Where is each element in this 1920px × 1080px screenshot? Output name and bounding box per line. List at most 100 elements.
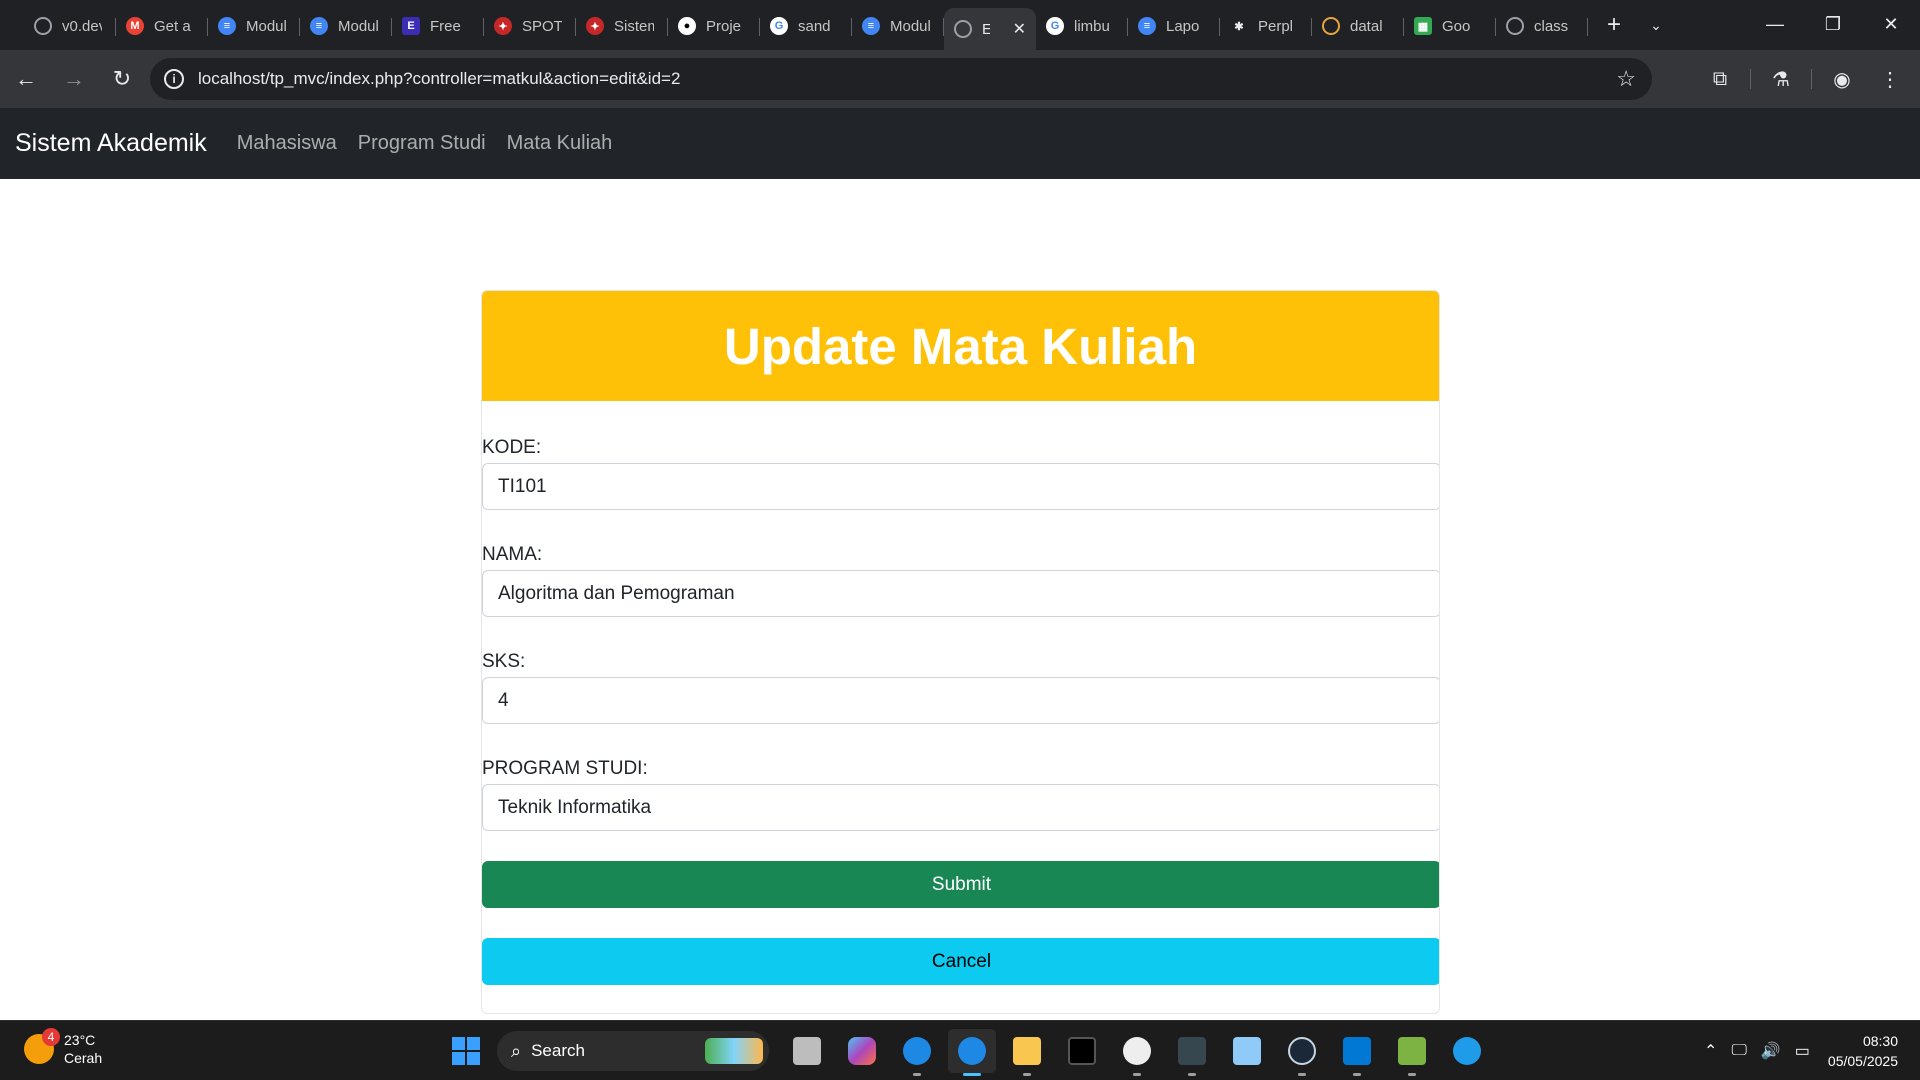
- tab-title: Goo: [1442, 17, 1471, 35]
- menu-kebab-icon[interactable]: ⋮: [1866, 58, 1914, 100]
- chrome-icon: [903, 1037, 931, 1065]
- url-text[interactable]: localhost/tp_mvc/index.php?controller=ma…: [198, 69, 680, 89]
- address-bar[interactable]: i localhost/tp_mvc/index.php?controller=…: [150, 58, 1652, 100]
- battery-icon[interactable]: ▭: [1795, 1041, 1810, 1061]
- terminal-icon: [1068, 1037, 1096, 1065]
- notepad-app[interactable]: [1388, 1029, 1436, 1076]
- site-info-icon[interactable]: i: [164, 69, 184, 89]
- weather-temp: 23°C: [64, 1032, 96, 1048]
- navbar-brand[interactable]: Sistem Akademik: [15, 129, 207, 158]
- copilot-icon: [848, 1037, 876, 1065]
- program-studi-input[interactable]: [482, 784, 1439, 831]
- nama-input[interactable]: [482, 570, 1439, 617]
- browser-tab[interactable]: Glimbu: [1036, 6, 1128, 46]
- chrome-icon: [958, 1037, 986, 1065]
- nama-field-group: NAMA:: [482, 540, 1439, 617]
- tab-title: Get a: [154, 17, 191, 35]
- university-icon: ✦: [586, 17, 604, 35]
- browser-tab[interactable]: class: [1496, 6, 1588, 46]
- file-explorer-app[interactable]: [1003, 1029, 1051, 1076]
- program-studi-field-group: PROGRAM STUDI:: [482, 754, 1439, 831]
- browser-tab-active[interactable]: E ✕: [944, 8, 1036, 50]
- chrome-app[interactable]: [893, 1029, 941, 1076]
- submit-button[interactable]: Submit: [482, 861, 1439, 908]
- task-view-button[interactable]: [783, 1029, 831, 1073]
- tab-title: Lapo: [1166, 17, 1200, 35]
- close-tab-icon[interactable]: ✕: [1013, 19, 1026, 39]
- tab-title: Modul: [338, 17, 378, 35]
- vscode-app[interactable]: [1333, 1029, 1381, 1076]
- card-header: Update Mata Kuliah: [482, 291, 1439, 401]
- browser-tab[interactable]: ● Proje: [668, 6, 760, 46]
- minimize-button[interactable]: —: [1746, 0, 1804, 48]
- tab-title: datal: [1350, 17, 1383, 35]
- update-form-card: Update Mata Kuliah KODE: NAMA: SKS: PROG…: [481, 290, 1440, 1014]
- reload-button[interactable]: ↻: [100, 57, 144, 101]
- browser-tab[interactable]: ≡ Modul: [300, 6, 392, 46]
- terminal-app[interactable]: [1058, 1029, 1106, 1073]
- kode-label: KODE:: [482, 437, 542, 458]
- edge-app[interactable]: [1443, 1029, 1491, 1073]
- clock-date: 05/05/2025: [1827, 1053, 1898, 1069]
- new-tab-button[interactable]: +: [1596, 7, 1632, 43]
- toolbar-icons: ⧉ ⚗ ◉ ⋮: [1696, 58, 1914, 100]
- browser-tab-strip: v0.dev M Get a ≡ Modul ≡ Modul E Free ✦ SPOT …: [0, 0, 1920, 50]
- nav-link-mahasiswa[interactable]: Mahasiswa: [237, 132, 337, 155]
- browser-tab[interactable]: ✦ Sistem: [576, 6, 668, 46]
- profile-icon[interactable]: ◉: [1818, 58, 1866, 100]
- start-button[interactable]: [442, 1029, 490, 1073]
- university-icon: ✦: [494, 17, 512, 35]
- gmail-icon: M: [126, 17, 144, 35]
- browser-tab[interactable]: M Get a: [116, 6, 208, 46]
- extensions-icon[interactable]: ⧉: [1696, 58, 1744, 100]
- clock-app[interactable]: [1113, 1029, 1161, 1076]
- back-button[interactable]: ←: [4, 57, 48, 101]
- kaggle-icon: [1322, 17, 1340, 35]
- close-window-button[interactable]: ✕: [1862, 0, 1920, 48]
- restore-button[interactable]: ❐: [1804, 0, 1862, 48]
- bookmark-star-icon[interactable]: ☆: [1616, 66, 1636, 92]
- steam-app[interactable]: [1278, 1029, 1326, 1076]
- browser-tab[interactable]: ✦ SPOT: [484, 6, 576, 46]
- kode-input[interactable]: [482, 463, 1439, 510]
- system-clock[interactable]: 08:30 05/05/2025: [1828, 1031, 1898, 1071]
- browser-toolbar: ← → ↻ i localhost/tp_mvc/index.php?contr…: [0, 50, 1920, 108]
- chevron-up-icon[interactable]: ⌃: [1704, 1041, 1717, 1061]
- browser-tab[interactable]: ▦ Goo: [1404, 6, 1496, 46]
- browser-tab[interactable]: E Free: [392, 6, 484, 46]
- page-title: Update Mata Kuliah: [723, 317, 1198, 375]
- browser-tab[interactable]: Gsand: [760, 6, 852, 46]
- tab-search-chevron-icon[interactable]: ⌄: [1638, 7, 1674, 43]
- tab-title: Modul: [246, 17, 286, 35]
- cancel-button[interactable]: Cancel: [482, 938, 1439, 985]
- browser-tab[interactable]: datal: [1312, 6, 1404, 46]
- steam-icon: [1288, 1037, 1316, 1065]
- chrome-profile-app[interactable]: [948, 1029, 996, 1076]
- browser-tab[interactable]: ≡ Lapo: [1128, 6, 1220, 46]
- browser-tab[interactable]: ≡ Modul: [852, 6, 944, 46]
- network-icon[interactable]: 🖵: [1731, 1042, 1746, 1060]
- folder-icon: [1013, 1037, 1041, 1065]
- taskbar-search[interactable]: ⌕ Search: [497, 1031, 769, 1071]
- browser-tab[interactable]: ✱ Perpl: [1220, 6, 1312, 46]
- monitor-app[interactable]: [1223, 1029, 1271, 1073]
- forward-button[interactable]: →: [52, 57, 96, 101]
- nav-link-program-studi[interactable]: Program Studi: [358, 132, 486, 155]
- powershell-app[interactable]: [1168, 1029, 1216, 1076]
- browser-tab[interactable]: v0.dev: [24, 6, 116, 46]
- kode-field-group: KODE:: [482, 433, 1439, 510]
- powershell-icon: [1178, 1037, 1206, 1065]
- sks-input[interactable]: [482, 677, 1439, 724]
- nama-label: NAMA:: [482, 544, 543, 565]
- nav-link-mata-kuliah[interactable]: Mata Kuliah: [507, 132, 613, 155]
- tab-title: v0.dev: [62, 17, 102, 35]
- volume-icon[interactable]: 🔊: [1761, 1041, 1781, 1061]
- browser-tab[interactable]: ≡ Modul: [208, 6, 300, 46]
- windows-taskbar: 4 23°C Cerah ⌕ Search ⌃ 🖵 🔊 ▭ 08:30 05/0…: [0, 1020, 1920, 1080]
- labs-flask-icon[interactable]: ⚗: [1757, 58, 1805, 100]
- weather-widget[interactable]: 4 23°C Cerah: [24, 1028, 102, 1067]
- tab-title: E: [982, 20, 990, 38]
- system-tray: ⌃ 🖵 🔊 ▭ 08:30 05/05/2025: [1704, 1021, 1920, 1080]
- window-controls: — ❐ ✕: [1746, 0, 1920, 48]
- copilot-app[interactable]: [838, 1029, 886, 1073]
